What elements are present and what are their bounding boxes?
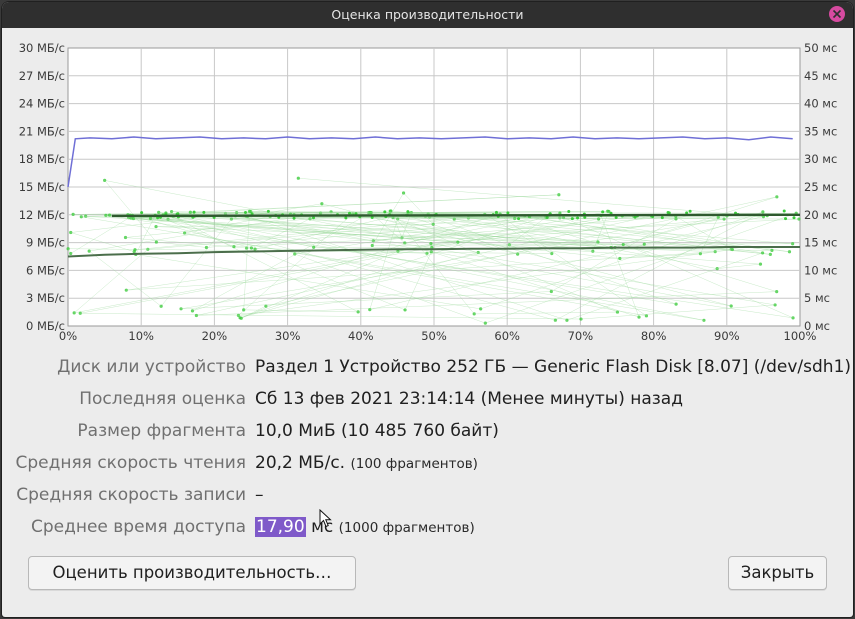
left-axis-tick-label: 18 МБ/с xyxy=(19,152,65,166)
left-axis-tick-label: 9 МБ/с xyxy=(26,236,65,250)
left-axis-tick-label: 3 МБ/с xyxy=(26,291,65,305)
right-axis-tick-label: 25 мс xyxy=(804,180,837,194)
right-axis-tick-label: 50 мс xyxy=(804,41,837,55)
chunk-size-label: Размер фрагмента xyxy=(77,421,246,441)
right-axis-tick-label: 15 мс xyxy=(804,236,837,250)
close-icon xyxy=(832,9,842,19)
chunk-size-row: Размер фрагмента 10,0 МиБ (10 485 760 ба… xyxy=(2,418,853,446)
device-row: Диск или устройство Раздел 1 Устройство … xyxy=(2,354,853,382)
access-time-selected-number[interactable]: 17,90 xyxy=(255,517,306,537)
chunk-size-value: 10,0 МиБ (10 485 760 байт) xyxy=(255,421,499,441)
left-axis-tick-label: 21 МБ/с xyxy=(19,124,65,138)
benchmark-dialog: Оценка производительности 30 МБ/с 27 МБ/с… xyxy=(2,2,853,617)
read-rate-note: (100 фрагментов) xyxy=(350,456,478,472)
access-time-point xyxy=(202,210,206,214)
right-axis-tick-label: 45 мс xyxy=(804,69,837,83)
access-time-label: Среднее время доступа xyxy=(30,517,246,537)
access-time-point xyxy=(292,216,296,220)
device-label: Диск или устройство xyxy=(57,357,246,377)
access-time-point xyxy=(614,215,618,219)
x-axis-tick-label: 40% xyxy=(348,329,374,343)
access-time-point xyxy=(249,246,254,250)
access-time-point xyxy=(253,247,257,251)
access-time-point xyxy=(383,210,387,214)
right-axis-tick-label: 30 мс xyxy=(804,152,837,166)
last-benchmark-value: Сб 13 фев 2021 23:14:14 (Менее минуты) н… xyxy=(255,389,683,409)
left-axis-tick-label: 30 МБ/с xyxy=(19,41,65,55)
x-axis-tick-label: 90% xyxy=(714,329,740,343)
window-title: Оценка производительности xyxy=(331,7,524,22)
right-axis-tick-label: 10 мс xyxy=(804,263,837,277)
x-axis-tick-label: 80% xyxy=(641,329,667,343)
access-time-note: (1000 фрагментов) xyxy=(338,520,475,536)
access-time-point xyxy=(506,211,510,215)
benchmark-chart: 30 МБ/с 27 МБ/с 24 МБ/с 21 МБ/с 18 МБ/с 15 МБ… xyxy=(2,28,853,348)
access-time-point xyxy=(266,209,270,213)
x-axis-tick-label: 0% xyxy=(59,329,77,343)
access-time-point xyxy=(660,216,664,220)
access-time-point xyxy=(66,247,70,251)
left-axis-tick-label: 12 МБ/с xyxy=(19,208,65,222)
access-time-point xyxy=(792,216,796,220)
right-axis-tick-label: 5 мс xyxy=(804,291,830,305)
read-rate-row: Средняя скорость чтения 20,2 МБ/с. (100 … xyxy=(2,450,853,478)
access-time-point xyxy=(567,210,571,214)
read-rate-value: 20,2 МБ/с. (100 фрагментов) xyxy=(255,453,478,473)
access-time-point xyxy=(517,217,521,221)
device-value: Раздел 1 Устройство 252 ГБ — Generic Fla… xyxy=(255,357,852,377)
x-axis-tick-label: 60% xyxy=(494,329,520,343)
read-rate-number: 20,2 МБ/с. xyxy=(255,453,346,473)
left-axis-tick-label: 15 МБ/с xyxy=(19,180,65,194)
access-time-point xyxy=(401,191,406,195)
access-time-row: Среднее время доступа 17,90 мс (1000 фра… xyxy=(2,514,853,542)
access-time-trend-high-line xyxy=(111,213,801,218)
access-time-point xyxy=(666,210,670,214)
access-time-point xyxy=(190,309,195,313)
access-time-point xyxy=(140,211,144,215)
write-rate-row: Средняя скорость записи – xyxy=(2,482,853,510)
access-time-point xyxy=(545,216,549,220)
access-time-point xyxy=(296,176,300,180)
access-time-value[interactable]: 17,90 мс (1000 фрагментов) xyxy=(255,517,475,537)
write-rate-value: – xyxy=(255,485,264,505)
access-time-point xyxy=(406,210,410,214)
access-time-point xyxy=(553,318,557,322)
x-axis-tick-label: 10% xyxy=(128,329,154,343)
x-axis-tick-label: 100% xyxy=(784,329,817,343)
right-axis-tick-label: 20 мс xyxy=(804,208,837,222)
access-time-point xyxy=(791,316,795,320)
benchmark-chart-svg: 30 МБ/с 27 МБ/с 24 МБ/с 21 МБ/с 18 МБ/с 15 МБ… xyxy=(19,41,838,343)
right-axis-tick-label: 40 мс xyxy=(804,97,837,111)
access-time-point xyxy=(576,216,580,220)
right-axis-tick-label: 35 мс xyxy=(804,124,837,138)
access-time-point xyxy=(348,211,352,215)
close-button[interactable]: Закрыть xyxy=(728,556,827,590)
access-time-point xyxy=(192,210,196,214)
left-axis-tick-label: 27 МБ/с xyxy=(19,69,65,83)
access-time-point xyxy=(784,217,788,221)
access-time-point xyxy=(782,209,786,213)
benchmark-button[interactable]: Оценить производительность… xyxy=(28,556,356,590)
access-time-point xyxy=(494,210,498,214)
access-time-point xyxy=(344,216,348,220)
write-rate-label: Средняя скорость записи xyxy=(16,485,246,505)
x-axis-tick-label: 50% xyxy=(421,329,447,343)
access-time-point xyxy=(637,315,641,319)
left-axis-tick-label: 24 МБ/с xyxy=(19,97,65,111)
x-axis-tick-label: 30% xyxy=(275,329,301,343)
left-axis-tick-label: 6 МБ/с xyxy=(26,263,65,277)
x-axis-tick-label: 70% xyxy=(568,329,594,343)
title-bar[interactable]: Оценка производительности xyxy=(2,2,853,28)
last-benchmark-label: Последняя оценка xyxy=(79,389,246,409)
access-time-point xyxy=(570,217,574,221)
window-close-button[interactable] xyxy=(829,6,845,22)
last-benchmark-row: Последняя оценка Сб 13 фев 2021 23:14:14… xyxy=(2,386,853,414)
x-axis-tick-label: 20% xyxy=(202,329,228,343)
read-rate-label: Средняя скорость чтения xyxy=(15,453,246,473)
mouse-cursor-icon xyxy=(319,509,332,528)
access-time-point xyxy=(601,210,605,214)
access-time-point xyxy=(243,211,247,215)
access-time-point xyxy=(761,210,765,214)
access-time-point xyxy=(688,209,692,213)
